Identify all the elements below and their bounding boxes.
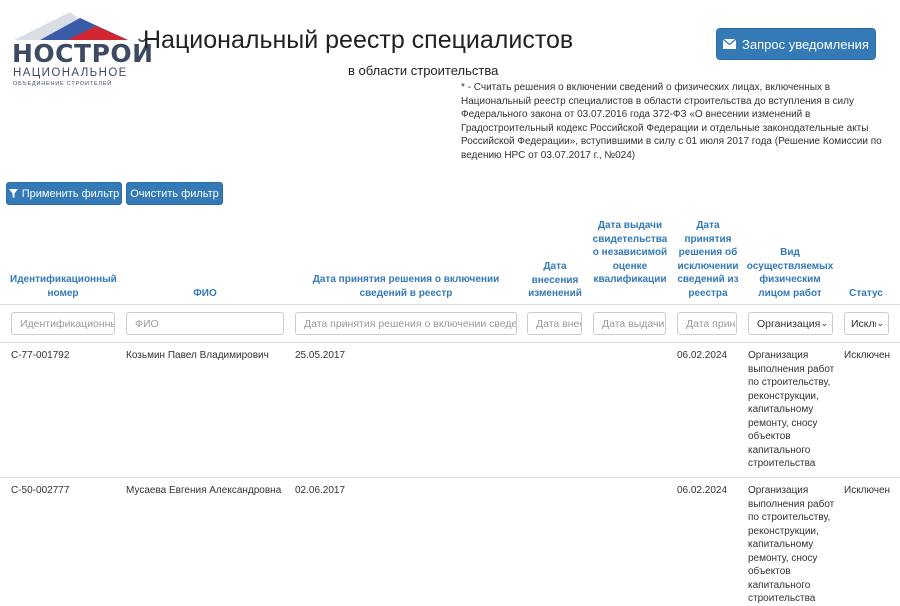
apply-filter-button[interactable]: Применить фильтр [6,182,122,205]
cell-fio[interactable]: Мусаева Евгения Александровна [126,484,281,498]
work-type-filter-select[interactable]: Организация выполнения работ ⌄ [748,312,833,335]
change-date-filter-input[interactable]: Дата внесения изменений [527,312,582,335]
cell-work-type: Организация выполнения работ по строител… [748,350,835,469]
column-header-status[interactable]: Статус [842,287,890,301]
column-header-change-date[interactable]: Дата внесения изменений [524,260,586,301]
nostroy-logo[interactable]: НОСТРОЙ НАЦИОНАЛЬНОЕ ОБЪЕДИНЕНИЕ СТРОИТЕ… [10,10,153,88]
cert-date-filter-input[interactable]: Дата выдачи свидетельства [593,312,666,335]
work-type-filter-value: Организация выполнения работ [757,317,821,330]
cell-fio[interactable]: Козьмин Павел Владимирович [126,349,269,363]
column-header-id[interactable]: Идентификационный номер [10,273,117,300]
filter-divider [0,342,900,343]
logo-brand: НОСТРОЙ [12,39,154,68]
cell-status: Исключен [844,350,891,361]
id-filter-input[interactable]: Идентификационный номер [11,312,115,335]
inclusion-date-filter-input[interactable]: Дата принятия решения о включении сведен… [295,312,517,335]
filter-icon [8,189,18,198]
cell-inclusion-date: 02.06.2017 [295,485,346,496]
page-subtitle: в области строительства [348,63,499,78]
cell-id[interactable]: С-50-002777 [11,484,69,498]
request-notification-button[interactable]: Запрос уведомления [716,28,876,60]
cell-inclusion-date: 25.05.2017 [295,350,346,361]
logo-subtitle: НАЦИОНАЛЬНОЕ [13,67,128,79]
envelope-icon [723,39,737,49]
cell-work-type: Организация выполнения работ по строител… [748,485,835,604]
header-divider [0,304,900,305]
cell-id[interactable]: С-77-001792 [11,349,69,363]
clear-filter-button[interactable]: Очистить фильтр [126,182,223,205]
request-notification-label: Запрос уведомления [742,36,869,52]
flag-roof-icon [14,12,128,40]
chevron-down-icon: ⌄ [876,318,884,328]
column-header-exclusion-date[interactable]: Дата принятия решения об исключении свед… [676,219,740,300]
fio-filter-input[interactable]: ФИО [126,312,284,335]
status-filter-value: Исключен [851,317,876,330]
page-title: Национальный реестр специалистов [143,26,574,54]
status-filter-select[interactable]: Исключен ⌄ [844,312,889,335]
chevron-down-icon: ⌄ [820,318,828,328]
cell-exclusion-date: 06.02.2024 [677,485,728,496]
legal-notice: * - Считать решения о включении сведений… [461,82,882,161]
column-header-fio[interactable]: ФИО [126,287,284,301]
column-header-cert-date[interactable]: Дата выдачи свидетельства о независимой … [590,219,670,287]
cell-exclusion-date: 06.02.2024 [677,350,728,361]
cell-status: Исключен [844,485,891,496]
column-header-inclusion-date[interactable]: Дата принятия решения о включении сведен… [296,273,516,300]
clear-filter-label: Очистить фильтр [130,187,219,200]
column-header-work-type[interactable]: Вид осуществляемых физическим лицом рабо… [746,246,834,300]
logo-tagline: ОБЪЕДИНЕНИЕ СТРОИТЕЛЕЙ [13,81,112,87]
row-divider [0,477,900,478]
apply-filter-label: Применить фильтр [21,187,120,200]
exclusion-date-filter-input[interactable]: Дата принятия решения [677,312,737,335]
